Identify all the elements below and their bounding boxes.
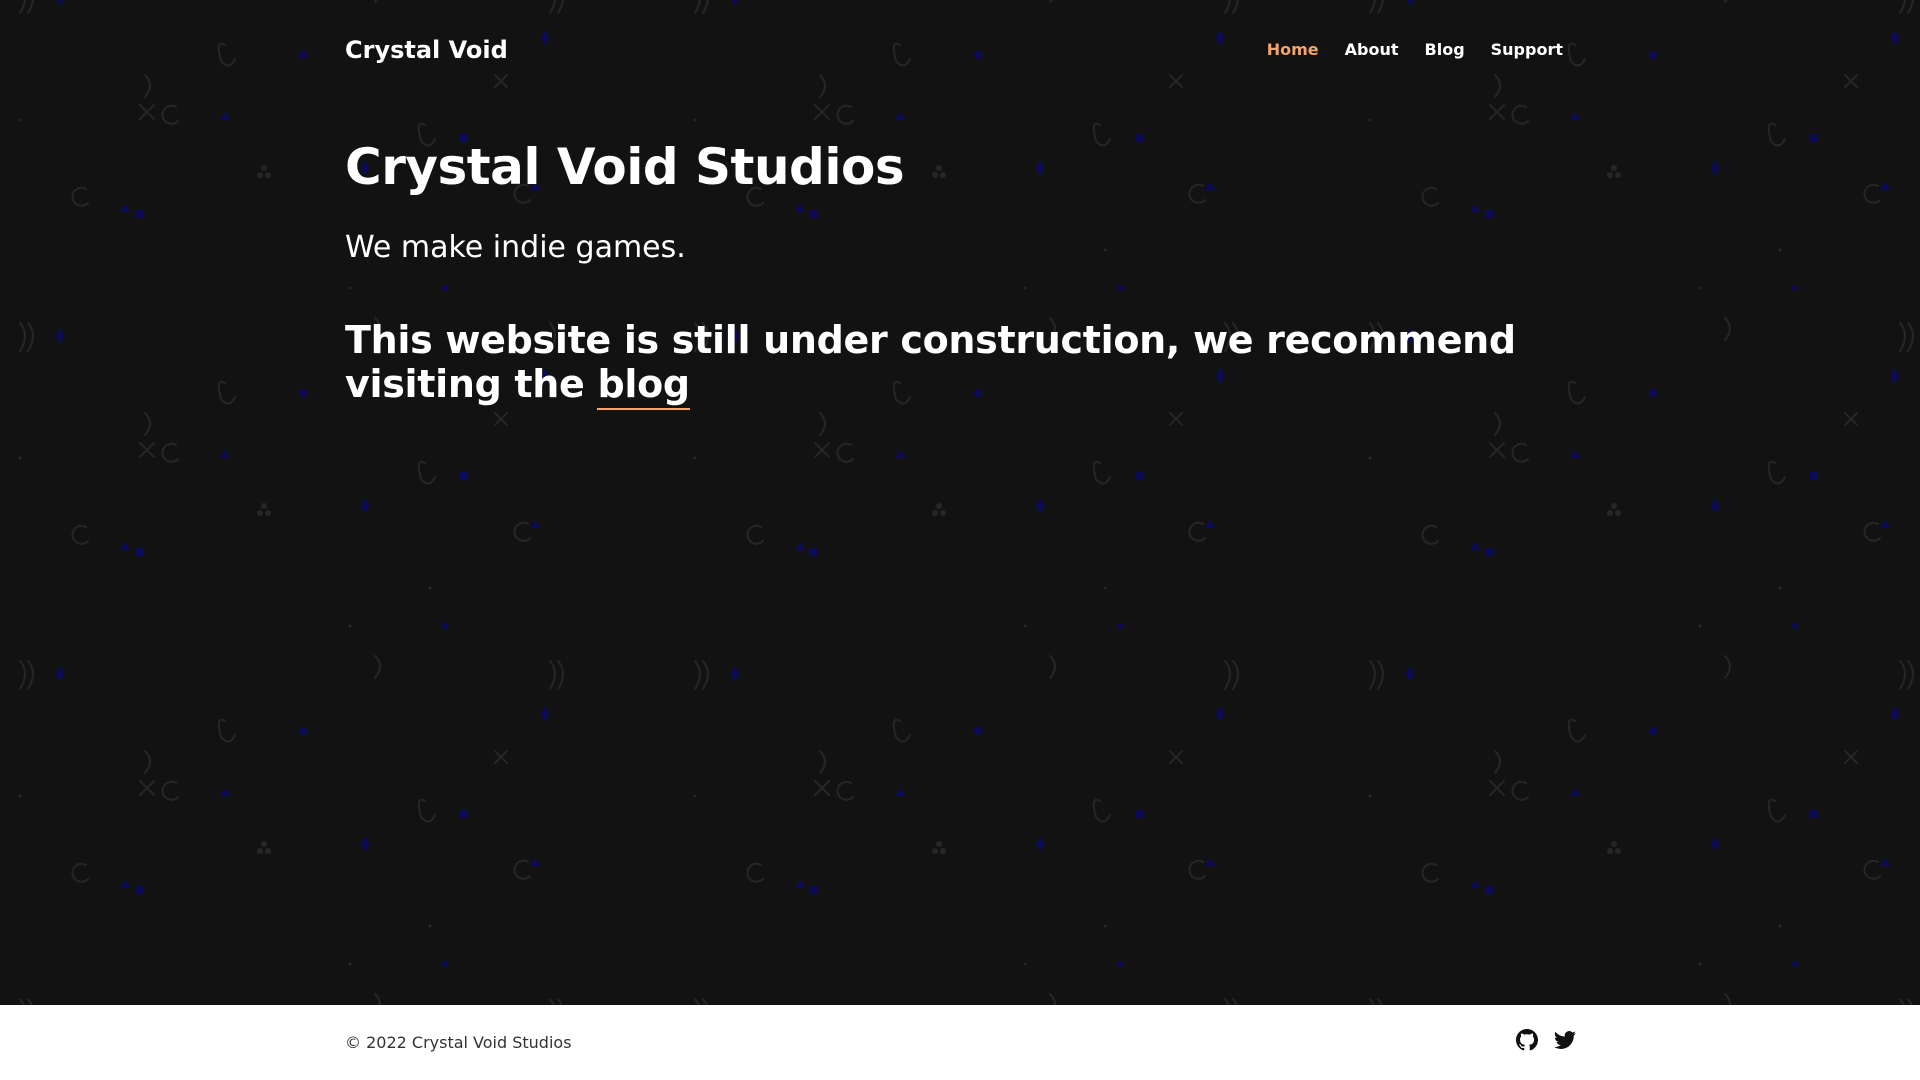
top-navbar: Crystal Void Home About Blog Support bbox=[345, 34, 1563, 66]
nav-menu: Home About Blog Support bbox=[1267, 34, 1563, 66]
github-link[interactable] bbox=[1516, 1029, 1538, 1051]
twitter-icon bbox=[1554, 1031, 1576, 1049]
construction-notice: This website is still under construction… bbox=[345, 318, 1585, 410]
blog-link[interactable]: blog bbox=[597, 362, 690, 410]
copyright-text: © 2022 Crystal Void Studios bbox=[345, 1033, 572, 1052]
tagline: We make indie games. bbox=[345, 230, 686, 265]
footer: © 2022 Crystal Void Studios bbox=[0, 1005, 1920, 1080]
twitter-link[interactable] bbox=[1554, 1029, 1576, 1051]
social-links bbox=[1516, 1029, 1576, 1051]
nav-link-support[interactable]: Support bbox=[1491, 34, 1563, 66]
main-content: Crystal Void Home About Blog Support Cry… bbox=[0, 0, 1920, 1005]
github-icon bbox=[1516, 1029, 1538, 1051]
brand-link[interactable]: Crystal Void bbox=[345, 34, 508, 66]
nav-link-blog[interactable]: Blog bbox=[1425, 34, 1465, 66]
construction-notice-text: This website is still under construction… bbox=[345, 318, 1516, 406]
page-title: Crystal Void Studios bbox=[345, 138, 905, 196]
nav-link-home[interactable]: Home bbox=[1267, 34, 1319, 66]
nav-link-about[interactable]: About bbox=[1345, 34, 1399, 66]
